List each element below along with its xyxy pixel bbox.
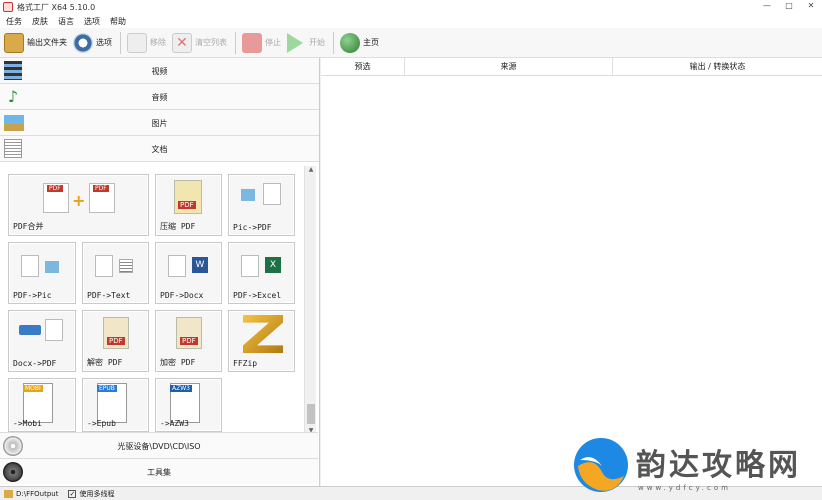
category-video[interactable]: 视频	[0, 58, 319, 84]
tool-label: ->Epub	[87, 419, 116, 428]
category-document[interactable]: 文档	[0, 136, 319, 162]
gear-icon	[73, 32, 93, 53]
toolbar-divider	[235, 31, 236, 54]
document-remove-icon	[127, 32, 147, 53]
category-toolbox[interactable]: 工具集	[0, 458, 318, 484]
multithread-checkbox[interactable]: ✓	[68, 489, 77, 498]
excel-icon: X	[265, 257, 281, 273]
tool-to-epub[interactable]: EPUB ->Epub	[82, 378, 149, 432]
menu-task[interactable]: 任务	[6, 16, 22, 27]
stop-button[interactable]: 停止	[242, 31, 281, 55]
column-output-status[interactable]: 输出 / 转换状态	[613, 58, 822, 75]
zip-icon	[243, 315, 283, 353]
app-logo-icon	[3, 2, 13, 12]
pdf-icon	[263, 183, 281, 205]
word-to-pdf-icon	[19, 325, 41, 335]
globe-icon	[340, 32, 360, 53]
watermark: 韵达攻略网 www.ydfcy.com	[572, 436, 817, 498]
task-list-panel: 预选 来源 输出 / 转换状态	[321, 58, 822, 486]
picture-icon	[45, 261, 59, 273]
tools-scrollbar[interactable]: ▲ ▼	[304, 166, 316, 434]
category-picture[interactable]: 图片	[0, 110, 319, 136]
pdf-to-text-icon	[95, 255, 113, 277]
watermark-text: 韵达攻略网	[636, 448, 801, 483]
toolbar: 输出文件夹 选项 移除 ✕ 清空列表 停止 开始 主页	[0, 28, 822, 58]
pdf-to-picture-icon	[21, 255, 39, 277]
watermark-url: www.ydfcy.com	[638, 484, 731, 492]
column-source[interactable]: 来源	[405, 58, 613, 75]
watermark-logo-icon	[574, 438, 628, 492]
clear-list-button[interactable]: ✕ 清空列表	[172, 31, 227, 55]
menu-help[interactable]: 帮助	[110, 16, 126, 27]
document-tools-grid: PDF + PDF PDF合并 PDF 压缩 PDF Pic->PDF PDF-…	[0, 164, 318, 432]
column-preview[interactable]: 预选	[321, 58, 405, 75]
tool-ffzip[interactable]: FFZip	[228, 310, 295, 372]
tool-label: PDF->Text	[87, 291, 131, 300]
tool-decrypt-pdf[interactable]: PDF 解密 PDF	[82, 310, 149, 372]
close-button[interactable]: ✕	[800, 0, 822, 12]
category-disc[interactable]: 光驱设备\DVD\CD\ISO	[0, 432, 318, 458]
tool-label: 加密 PDF	[160, 358, 196, 367]
clear-icon: ✕	[172, 32, 192, 53]
tool-label: ->Mobi	[13, 419, 42, 428]
menu-language[interactable]: 语言	[58, 16, 74, 27]
scrollbar-thumb[interactable]	[307, 404, 315, 424]
tool-compress-pdf[interactable]: PDF 压缩 PDF	[155, 174, 222, 236]
tool-label: PDF->Excel	[233, 291, 282, 300]
output-path[interactable]: D:\FFOutput	[16, 490, 58, 498]
menu-bar: 任务 皮肤 语言 选项 帮助	[0, 14, 822, 28]
title-bar: 格式工厂 X64 5.10.0 — □ ✕	[0, 0, 822, 14]
scroll-up-icon[interactable]: ▲	[305, 166, 317, 173]
text-icon	[119, 259, 133, 273]
tool-to-mobi[interactable]: MOBI ->Mobi	[8, 378, 76, 432]
toolbar-divider	[333, 31, 334, 54]
maximize-button[interactable]: □	[778, 0, 800, 12]
start-button[interactable]: 开始	[287, 31, 325, 55]
task-table-header: 预选 来源 输出 / 转换状态	[321, 58, 822, 76]
tool-label: FFZip	[233, 359, 258, 368]
stop-icon	[242, 32, 262, 53]
tool-pdf-merge[interactable]: PDF + PDF PDF合并	[8, 174, 149, 236]
tool-pic-to-pdf[interactable]: Pic->PDF	[228, 174, 295, 236]
left-panel: 视频 ♪ 音频 图片 文档 PDF + PDF PDF合并 PDF 压缩 PDF	[0, 58, 320, 486]
tool-pdf-to-docx[interactable]: W PDF->Docx	[155, 242, 222, 304]
pdf-to-excel-icon	[241, 255, 259, 277]
tool-label: Pic->PDF	[233, 223, 272, 232]
plus-icon: +	[72, 191, 86, 210]
tool-docx-to-pdf[interactable]: Docx->PDF	[8, 310, 76, 372]
folder-icon	[4, 32, 24, 53]
pdf-icon	[45, 319, 63, 341]
tool-label: ->AZW3	[160, 419, 189, 428]
remove-button[interactable]: 移除	[127, 31, 166, 55]
tool-label: PDF合并	[13, 222, 44, 231]
pdf-to-word-icon	[168, 255, 186, 277]
toolbar-divider	[120, 31, 121, 54]
tool-label: PDF->Pic	[13, 291, 52, 300]
output-folder-button[interactable]: 输出文件夹	[4, 31, 67, 55]
tool-pdf-to-pic[interactable]: PDF->Pic	[8, 242, 76, 304]
tool-pdf-to-excel[interactable]: X PDF->Excel	[228, 242, 295, 304]
options-button[interactable]: 选项	[73, 31, 112, 55]
tool-pdf-to-text[interactable]: PDF->Text	[82, 242, 149, 304]
word-icon: W	[192, 257, 208, 273]
picture-to-pdf-icon	[241, 189, 255, 201]
minimize-button[interactable]: —	[756, 0, 778, 12]
tool-label: 压缩 PDF	[160, 222, 196, 231]
category-audio[interactable]: ♪ 音频	[0, 84, 319, 110]
home-button[interactable]: 主页	[340, 31, 379, 55]
multithread-label: 使用多线程	[79, 489, 115, 498]
menu-skin[interactable]: 皮肤	[32, 16, 48, 27]
tool-label: PDF->Docx	[160, 291, 204, 300]
window-title: 格式工厂 X64 5.10.0	[17, 2, 96, 12]
tool-label: Docx->PDF	[13, 359, 57, 368]
tool-label: 解密 PDF	[87, 358, 123, 367]
folder-icon	[4, 489, 13, 498]
play-icon	[287, 32, 303, 53]
tool-encrypt-pdf[interactable]: PDF 加密 PDF	[155, 310, 222, 372]
menu-options[interactable]: 选项	[84, 16, 100, 27]
tool-to-azw3[interactable]: AZW3 ->AZW3	[155, 378, 222, 432]
